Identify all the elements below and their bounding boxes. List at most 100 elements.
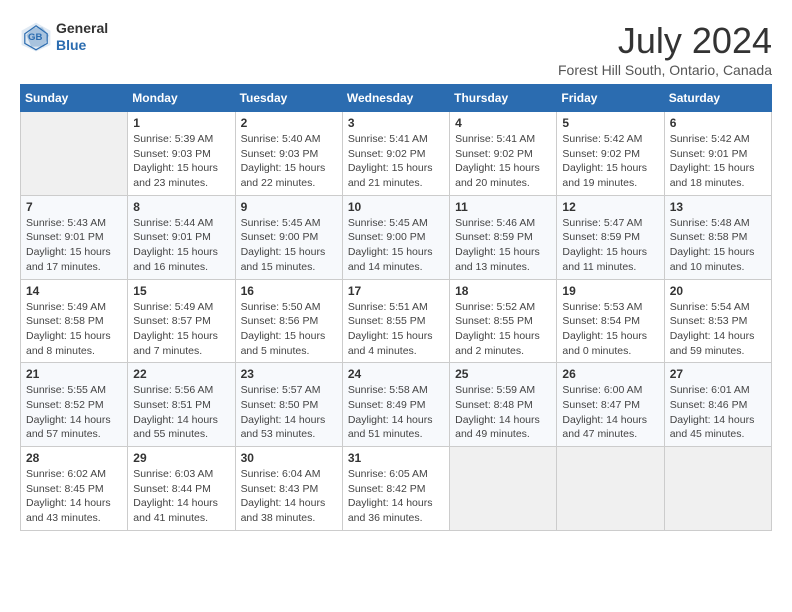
day-info: Sunrise: 5:48 AM Sunset: 8:58 PM Dayligh… [670,216,766,275]
location: Forest Hill South, Ontario, Canada [558,62,772,78]
day-info: Sunrise: 6:03 AM Sunset: 8:44 PM Dayligh… [133,467,229,526]
day-info: Sunrise: 5:50 AM Sunset: 8:56 PM Dayligh… [241,300,337,359]
day-info: Sunrise: 5:49 AM Sunset: 8:57 PM Dayligh… [133,300,229,359]
day-header-saturday: Saturday [664,85,771,112]
day-number: 20 [670,284,766,298]
day-info: Sunrise: 5:40 AM Sunset: 9:03 PM Dayligh… [241,132,337,191]
day-number: 12 [562,200,658,214]
calendar-cell [557,447,664,531]
day-info: Sunrise: 5:46 AM Sunset: 8:59 PM Dayligh… [455,216,551,275]
calendar-cell: 9Sunrise: 5:45 AM Sunset: 9:00 PM Daylig… [235,195,342,279]
day-number: 15 [133,284,229,298]
calendar-body: 1 Sunrise: 5:39 AM Sunset: 9:03 PM Daylig… [21,112,772,531]
calendar-cell: 12 Sunrise: 5:47 AM Sunset: 8:59 PM Dayli… [557,195,664,279]
day-info: Sunrise: 6:00 AM Sunset: 8:47 PM Dayligh… [562,383,658,442]
day-number: 25 [455,367,551,381]
day-number: 17 [348,284,444,298]
calendar-cell: 5 Sunrise: 5:42 AM Sunset: 9:02 PM Daylig… [557,112,664,196]
day-info: Sunrise: 6:05 AM Sunset: 8:42 PM Dayligh… [348,467,444,526]
day-info: Sunrise: 5:49 AM Sunset: 8:58 PM Dayligh… [26,300,122,359]
day-info: Sunrise: 5:54 AM Sunset: 8:53 PM Dayligh… [670,300,766,359]
calendar-cell: 22 Sunrise: 5:56 AM Sunset: 8:51 PM Dayli… [128,363,235,447]
day-info: Sunrise: 5:53 AM Sunset: 8:54 PM Dayligh… [562,300,658,359]
day-number: 19 [562,284,658,298]
day-number: 24 [348,367,444,381]
calendar-cell: 6 Sunrise: 5:42 AM Sunset: 9:01 PM Daylig… [664,112,771,196]
day-info: Sunrise: 6:02 AM Sunset: 8:45 PM Dayligh… [26,467,122,526]
day-number: 28 [26,451,122,465]
day-number: 14 [26,284,122,298]
day-info: Sunrise: 5:56 AM Sunset: 8:51 PM Dayligh… [133,383,229,442]
day-number: 16 [241,284,337,298]
day-number: 30 [241,451,337,465]
day-number: 8 [133,200,229,214]
day-number: 7 [26,200,122,214]
day-info: Sunrise: 5:57 AM Sunset: 8:50 PM Dayligh… [241,383,337,442]
calendar-cell: 29 Sunrise: 6:03 AM Sunset: 8:44 PM Dayli… [128,447,235,531]
day-number: 23 [241,367,337,381]
day-header-friday: Friday [557,85,664,112]
calendar-cell: 14 Sunrise: 5:49 AM Sunset: 8:58 PM Dayli… [21,279,128,363]
day-number: 13 [670,200,766,214]
day-info: Sunrise: 5:47 AM Sunset: 8:59 PM Dayligh… [562,216,658,275]
day-info: Sunrise: 5:45 AM Sunset: 9:00 PM Dayligh… [241,216,337,275]
calendar-header-row: SundayMondayTuesdayWednesdayThursdayFrid… [21,85,772,112]
calendar-cell: 7Sunrise: 5:43 AM Sunset: 9:01 PM Daylig… [21,195,128,279]
calendar-cell [664,447,771,531]
day-info: Sunrise: 5:39 AM Sunset: 9:03 PM Dayligh… [133,132,229,191]
day-info: Sunrise: 5:42 AM Sunset: 9:02 PM Dayligh… [562,132,658,191]
day-number: 26 [562,367,658,381]
logo-general: General [56,20,108,36]
calendar-cell: 21 Sunrise: 5:55 AM Sunset: 8:52 PM Dayli… [21,363,128,447]
calendar-cell: 11 Sunrise: 5:46 AM Sunset: 8:59 PM Dayli… [450,195,557,279]
calendar-cell: 1 Sunrise: 5:39 AM Sunset: 9:03 PM Daylig… [128,112,235,196]
day-number: 6 [670,116,766,130]
month-title: July 2024 [558,20,772,62]
calendar-cell: 15 Sunrise: 5:49 AM Sunset: 8:57 PM Dayli… [128,279,235,363]
day-number: 31 [348,451,444,465]
day-info: Sunrise: 5:41 AM Sunset: 9:02 PM Dayligh… [348,132,444,191]
calendar-week-4: 21 Sunrise: 5:55 AM Sunset: 8:52 PM Dayli… [21,363,772,447]
svg-text:GB: GB [28,32,42,43]
calendar-cell: 3 Sunrise: 5:41 AM Sunset: 9:02 PM Daylig… [342,112,449,196]
day-number: 22 [133,367,229,381]
calendar-cell: 10 Sunrise: 5:45 AM Sunset: 9:00 PM Dayli… [342,195,449,279]
calendar-table: SundayMondayTuesdayWednesdayThursdayFrid… [20,84,772,531]
day-info: Sunrise: 5:45 AM Sunset: 9:00 PM Dayligh… [348,216,444,275]
calendar-week-3: 14 Sunrise: 5:49 AM Sunset: 8:58 PM Dayli… [21,279,772,363]
calendar-cell: 18 Sunrise: 5:52 AM Sunset: 8:55 PM Dayli… [450,279,557,363]
day-number: 4 [455,116,551,130]
day-header-wednesday: Wednesday [342,85,449,112]
day-info: Sunrise: 6:01 AM Sunset: 8:46 PM Dayligh… [670,383,766,442]
calendar-week-5: 28 Sunrise: 6:02 AM Sunset: 8:45 PM Dayli… [21,447,772,531]
calendar-cell: 28 Sunrise: 6:02 AM Sunset: 8:45 PM Dayli… [21,447,128,531]
page-header: GB General Blue July 2024 Forest Hill So… [20,20,772,78]
calendar-cell: 24Sunrise: 5:58 AM Sunset: 8:49 PM Dayli… [342,363,449,447]
day-number: 5 [562,116,658,130]
logo-text: General Blue [56,20,108,54]
calendar-cell: 8Sunrise: 5:44 AM Sunset: 9:01 PM Daylig… [128,195,235,279]
day-header-sunday: Sunday [21,85,128,112]
day-number: 18 [455,284,551,298]
calendar-cell: 13 Sunrise: 5:48 AM Sunset: 8:58 PM Dayli… [664,195,771,279]
logo: GB General Blue [20,20,108,54]
day-number: 10 [348,200,444,214]
day-header-thursday: Thursday [450,85,557,112]
day-number: 11 [455,200,551,214]
day-number: 2 [241,116,337,130]
title-block: July 2024 Forest Hill South, Ontario, Ca… [558,20,772,78]
day-info: Sunrise: 5:55 AM Sunset: 8:52 PM Dayligh… [26,383,122,442]
day-number: 29 [133,451,229,465]
day-info: Sunrise: 5:52 AM Sunset: 8:55 PM Dayligh… [455,300,551,359]
calendar-cell: 25Sunrise: 5:59 AM Sunset: 8:48 PM Dayli… [450,363,557,447]
day-number: 3 [348,116,444,130]
calendar-week-1: 1 Sunrise: 5:39 AM Sunset: 9:03 PM Daylig… [21,112,772,196]
calendar-week-2: 7Sunrise: 5:43 AM Sunset: 9:01 PM Daylig… [21,195,772,279]
calendar-cell: 4Sunrise: 5:41 AM Sunset: 9:02 PM Daylig… [450,112,557,196]
day-header-monday: Monday [128,85,235,112]
day-number: 1 [133,116,229,130]
calendar-cell [450,447,557,531]
day-number: 21 [26,367,122,381]
calendar-cell: 30Sunrise: 6:04 AM Sunset: 8:43 PM Dayli… [235,447,342,531]
day-info: Sunrise: 5:42 AM Sunset: 9:01 PM Dayligh… [670,132,766,191]
